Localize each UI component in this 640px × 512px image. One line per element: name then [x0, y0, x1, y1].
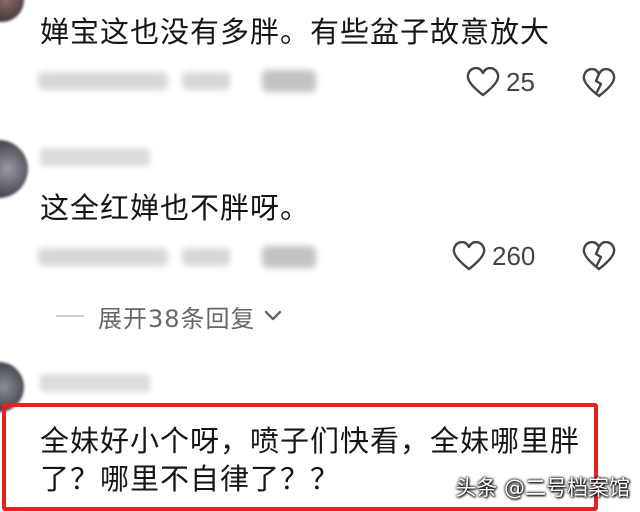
avatar[interactable] — [0, 0, 24, 22]
like-count: 25 — [506, 66, 535, 97]
comment-text-line-1: 全妹好小个呀，喷子们快看，全妹哪里胖 — [40, 424, 581, 458]
broken-heart-icon — [582, 240, 616, 271]
comment-location-blurred — [182, 72, 230, 90]
comment-text-line-2: 了？哪里不自律了？？ — [40, 462, 341, 496]
expand-divider — [56, 315, 84, 317]
reply-link-blurred[interactable] — [262, 70, 316, 92]
username-blurred[interactable] — [40, 374, 150, 392]
comment-thread: 婵宝这也没有多胖。有些盆子故意放大 25 这全红婵也不胖呀。 260 展开38条… — [0, 0, 640, 512]
expand-replies-button[interactable]: 展开38条回复 — [56, 296, 282, 336]
dislike-button[interactable] — [582, 240, 616, 275]
reply-link-blurred[interactable] — [262, 246, 316, 268]
comment-location-blurred — [182, 248, 230, 266]
watermark: 头条 @二号档案馆 — [455, 476, 630, 500]
dislike-button[interactable] — [582, 67, 616, 102]
comment-meta-blurred — [38, 72, 168, 90]
like-count: 260 — [492, 240, 536, 271]
broken-heart-icon — [582, 67, 616, 98]
like-button[interactable]: 25 — [466, 64, 535, 100]
comment-text: 这全红婵也不胖呀。 — [40, 191, 311, 225]
chevron-down-icon — [264, 310, 281, 321]
avatar[interactable] — [0, 140, 28, 198]
comment-text: 婵宝这也没有多胖。有些盆子故意放大 — [40, 15, 551, 49]
heart-outline-icon — [466, 67, 500, 97]
expand-replies-label: 展开38条回复 — [98, 304, 256, 333]
comment-meta-blurred — [38, 248, 168, 266]
like-button[interactable]: 260 — [452, 238, 535, 274]
heart-outline-icon — [452, 241, 486, 271]
username-blurred[interactable] — [40, 148, 150, 166]
